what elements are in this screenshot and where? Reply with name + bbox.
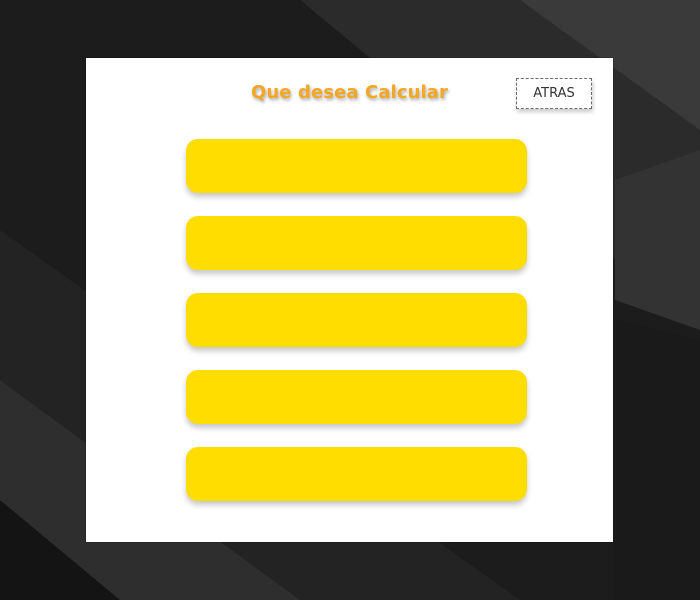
calculation-option-button-3[interactable] — [186, 293, 527, 347]
calculator-menu-panel: Que desea Calcular ATRAS — [86, 58, 613, 542]
calculation-option-button-5[interactable] — [186, 447, 527, 501]
calculation-option-button-1[interactable] — [186, 139, 527, 193]
back-button[interactable]: ATRAS — [516, 78, 592, 109]
calculation-option-button-4[interactable] — [186, 370, 527, 424]
calculation-option-button-2[interactable] — [186, 216, 527, 270]
